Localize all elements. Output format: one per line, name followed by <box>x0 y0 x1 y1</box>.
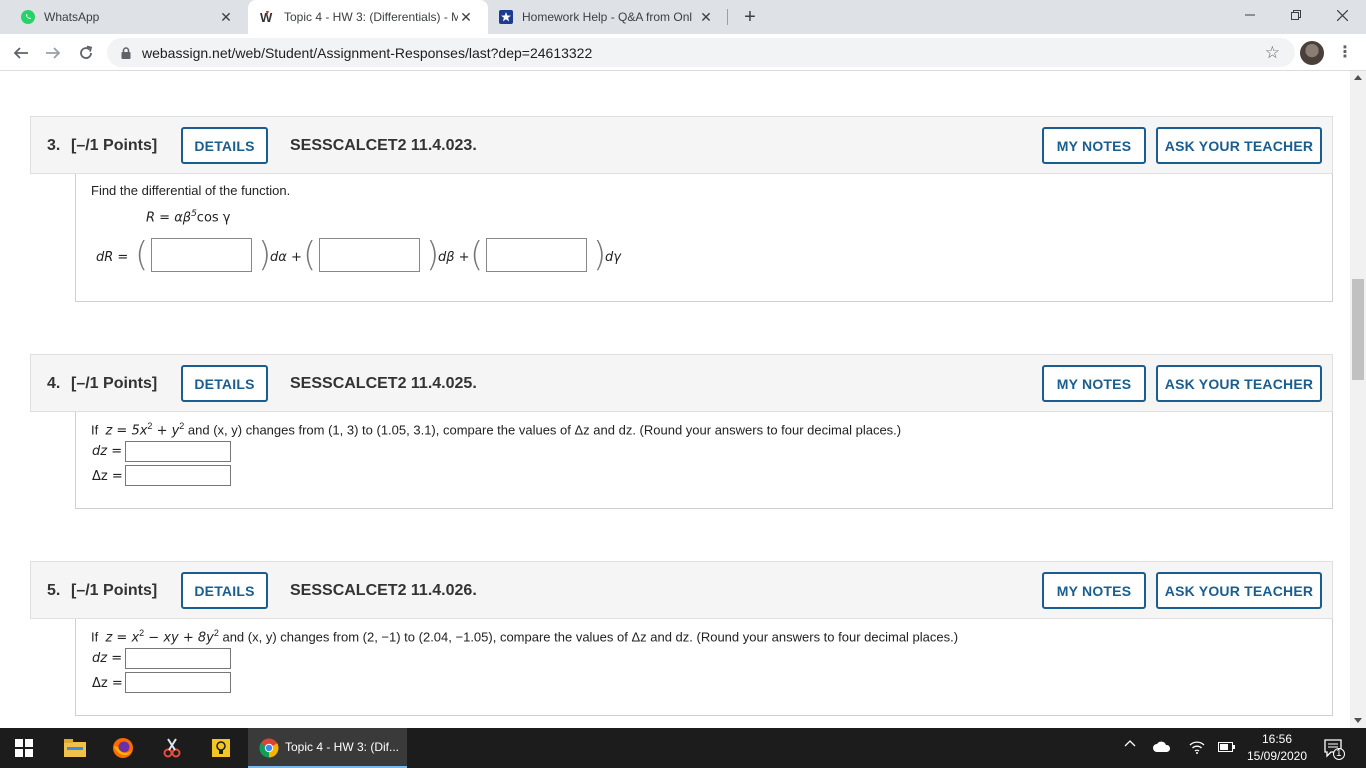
tab-whatsapp[interactable]: WhatsApp ✕ <box>0 0 248 34</box>
file-explorer-icon[interactable] <box>63 736 87 760</box>
question-number: 5. <box>47 582 61 599</box>
ask-your-teacher-button[interactable]: ASK YOUR TEACHER <box>1156 572 1322 609</box>
browser-toolbar: webassign.net/web/Student/Assignment-Res… <box>0 34 1366 71</box>
back-button[interactable] <box>8 40 34 66</box>
clock-time: 16:56 <box>1261 732 1293 746</box>
question-code: SESSCALCET2 11.4.025. <box>290 375 477 392</box>
d-alpha-label: dα + <box>270 250 302 265</box>
question-code: SESSCALCET2 11.4.023. <box>290 137 477 154</box>
windows-taskbar: Topic 4 - HW 3: (Dif... 16:56 15/09/2020… <box>0 728 1366 768</box>
wifi-icon[interactable] <box>1189 740 1205 757</box>
profile-avatar[interactable] <box>1300 41 1324 65</box>
question-points: [–/1 Points] <box>71 137 158 154</box>
tab-strip: WhatsApp ✕ W Topic 4 - HW 3: (Differenti… <box>0 0 1366 34</box>
chrome-icon <box>259 738 279 763</box>
details-button[interactable]: DETAILS <box>181 365 268 402</box>
forward-button[interactable] <box>40 40 66 66</box>
close-icon[interactable]: ✕ <box>458 9 474 25</box>
url-text: webassign.net/web/Student/Assignment-Res… <box>142 45 593 61</box>
reload-button[interactable] <box>73 40 99 66</box>
my-notes-button[interactable]: MY NOTES <box>1042 127 1146 164</box>
taskbar-clock[interactable]: 16:56 15/09/2020 <box>1245 731 1309 765</box>
address-bar[interactable]: webassign.net/web/Student/Assignment-Res… <box>107 38 1295 67</box>
dR-label: dR = <box>96 250 129 265</box>
close-icon[interactable]: ✕ <box>218 9 234 25</box>
tab-webassign[interactable]: W Topic 4 - HW 3: (Differentials) - M ✕ <box>248 0 488 34</box>
open-paren: ( <box>135 235 149 275</box>
page-scrollbar[interactable] <box>1350 71 1366 728</box>
details-button[interactable]: DETAILS <box>181 127 268 164</box>
ask-your-teacher-button[interactable]: ASK YOUR TEACHER <box>1156 127 1322 164</box>
close-window-button[interactable] <box>1319 0 1365 30</box>
dz-input[interactable] <box>125 648 231 669</box>
lock-icon <box>121 46 131 64</box>
battery-icon[interactable] <box>1218 741 1236 756</box>
d-alpha-coefficient-input[interactable] <box>151 238 252 272</box>
tab-homework-help[interactable]: Homework Help - Q&A from Onl ✕ <box>488 0 728 34</box>
tab-separator <box>727 9 728 25</box>
my-notes-button[interactable]: MY NOTES <box>1042 572 1146 609</box>
question-body-5: If z = x2 − xy + 8y2 and (x, y) changes … <box>75 619 1333 716</box>
question-points: [–/1 Points] <box>71 375 158 392</box>
open-paren: ( <box>303 235 317 275</box>
snipping-tool-icon[interactable] <box>160 736 184 760</box>
show-hidden-icons-chevron-icon[interactable] <box>1124 738 1136 753</box>
question-header-5: 5. [–/1 Points] DETAILS SESSCALCET2 11.4… <box>30 561 1333 619</box>
question-code: SESSCALCET2 11.4.026. <box>290 582 477 599</box>
delta-z-label: Δz = <box>92 676 123 691</box>
tab-title: Homework Help - Q&A from Onl <box>522 10 693 24</box>
tips-lightbulb-icon[interactable] <box>209 736 233 760</box>
scroll-up-arrow-icon[interactable] <box>1354 75 1362 80</box>
star-badge-icon <box>498 9 514 25</box>
open-paren: ( <box>470 235 484 275</box>
d-gamma-coefficient-input[interactable] <box>486 238 587 272</box>
d-gamma-label: dγ <box>605 250 621 265</box>
tab-title: WhatsApp <box>44 10 100 24</box>
question-prompt: Find the differential of the function. <box>91 183 291 198</box>
whatsapp-icon <box>20 9 36 25</box>
question-prompt: If z = x2 − xy + 8y2 and (x, y) changes … <box>91 628 959 646</box>
question-header-3: 3. [–/1 Points] DETAILS SESSCALCET2 11.4… <box>30 116 1333 174</box>
dz-label: dz = <box>92 444 123 459</box>
restore-button[interactable] <box>1273 0 1319 30</box>
scroll-down-arrow-icon[interactable] <box>1354 718 1362 723</box>
question-number: 3. <box>47 137 61 154</box>
question-header-4: 4. [–/1 Points] DETAILS SESSCALCET2 11.4… <box>30 354 1333 412</box>
onedrive-cloud-icon[interactable] <box>1153 741 1171 756</box>
webassign-icon: W <box>260 9 276 25</box>
question-prompt: If z = 5x2 + y2 and (x, y) changes from … <box>91 421 902 439</box>
question-points: [–/1 Points] <box>71 582 158 599</box>
question-number: 4. <box>47 375 61 392</box>
windows-start-icon[interactable] <box>12 736 36 760</box>
page-content: 3. [–/1 Points] DETAILS SESSCALCET2 11.4… <box>0 71 1350 728</box>
dz-input[interactable] <box>125 441 231 462</box>
action-center-notification-icon[interactable]: 1 <box>1323 738 1345 763</box>
notification-count: 1 <box>1336 748 1342 759</box>
tab-title: Topic 4 - HW 3: (Differentials) - M <box>284 10 458 24</box>
details-button[interactable]: DETAILS <box>181 572 268 609</box>
delta-z-label: Δz = <box>92 469 123 484</box>
d-beta-coefficient-input[interactable] <box>319 238 420 272</box>
clock-date: 15/09/2020 <box>1246 749 1308 763</box>
close-icon[interactable]: ✕ <box>698 9 714 25</box>
my-notes-button[interactable]: MY NOTES <box>1042 365 1146 402</box>
d-beta-label: dβ + <box>438 250 470 265</box>
delta-z-input[interactable] <box>125 672 231 693</box>
question-body-3: Find the differential of the function. R… <box>75 174 1333 302</box>
question-body-4: If z = 5x2 + y2 and (x, y) changes from … <box>75 412 1333 509</box>
taskbar-window-title: Topic 4 - HW 3: (Dif... <box>285 740 400 754</box>
scrollbar-thumb[interactable] <box>1352 279 1364 380</box>
function-expression: R = αβ5cos γ <box>146 209 231 226</box>
dz-label: dz = <box>92 651 123 666</box>
menu-kebab-icon[interactable]: ⋮ <box>1337 42 1353 62</box>
bookmark-star-icon[interactable]: ☆ <box>1265 43 1280 63</box>
taskbar-chrome-window[interactable]: Topic 4 - HW 3: (Dif... <box>248 728 407 768</box>
new-tab-button[interactable]: + <box>738 5 762 29</box>
delta-z-input[interactable] <box>125 465 231 486</box>
firefox-icon[interactable] <box>111 736 135 760</box>
minimize-button[interactable] <box>1227 0 1273 30</box>
ask-your-teacher-button[interactable]: ASK YOUR TEACHER <box>1156 365 1322 402</box>
